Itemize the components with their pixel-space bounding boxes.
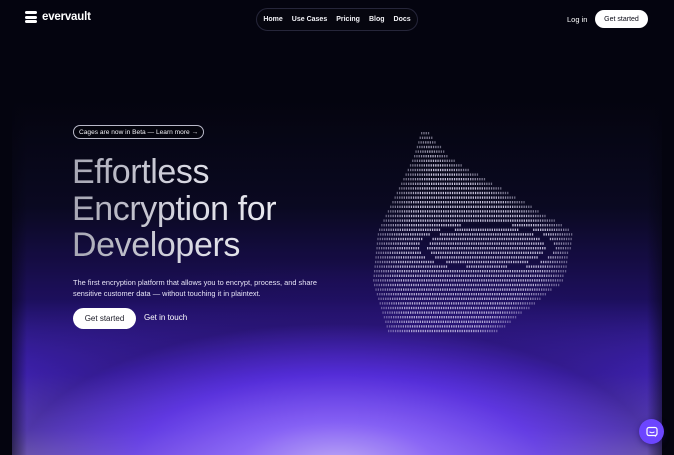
- beta-announcement-badge[interactable]: Cages are now in Beta — Learn more →: [73, 125, 205, 139]
- nav-link-blog[interactable]: Blog: [369, 16, 385, 23]
- nav-link-use-cases[interactable]: Use Cases: [292, 16, 327, 23]
- get-in-touch-link[interactable]: Get in touch: [144, 313, 187, 322]
- headline-line-1: Effortless: [72, 153, 210, 191]
- brand-name: evervault: [42, 11, 91, 23]
- nav-get-started-button[interactable]: Get started: [595, 10, 648, 28]
- login-link[interactable]: Log in: [567, 15, 587, 24]
- headline-line-2: Encryption for: [72, 189, 277, 228]
- ascii-vault-illustration: [373, 132, 573, 333]
- nav-link-docs[interactable]: Docs: [394, 16, 411, 23]
- hero-subtext: The first encryption platform that allow…: [73, 278, 318, 299]
- headline-line-3: Developers: [72, 226, 240, 264]
- nav-link-home[interactable]: Home: [263, 16, 282, 23]
- hero-headline: Effortless Encryption for Developers: [72, 154, 372, 264]
- brand-logo[interactable]: evervault: [25, 11, 91, 23]
- hero-get-started-button[interactable]: Get started: [73, 308, 136, 329]
- evervault-logo-icon: [25, 11, 37, 23]
- nav-link-pricing[interactable]: Pricing: [336, 16, 360, 23]
- chat-bubble-icon: [645, 426, 658, 437]
- landing-page: evervault Home Use Cases Pricing Blog Do…: [0, 0, 674, 455]
- main-nav: Home Use Cases Pricing Blog Docs: [256, 8, 418, 31]
- chat-icon[interactable]: [639, 419, 664, 444]
